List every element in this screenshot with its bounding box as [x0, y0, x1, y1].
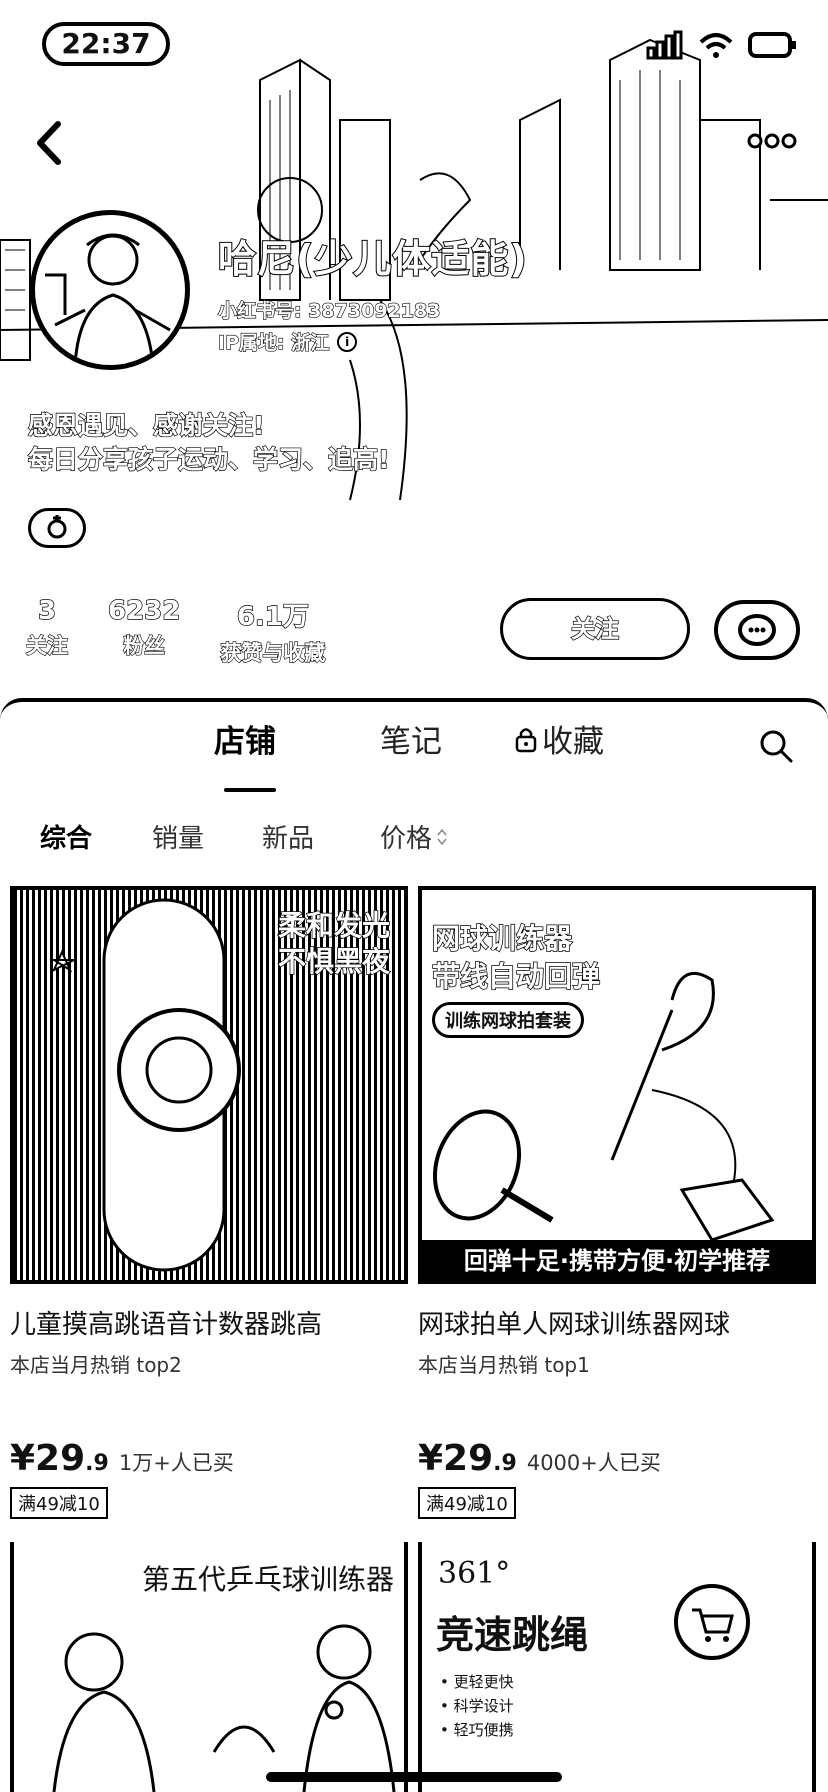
sort-bar: 综合 销量 新品 价格	[0, 818, 828, 858]
sort-price-label: 价格	[380, 824, 433, 854]
product-subtitle: 本店当月热销 top1	[418, 1353, 590, 1377]
gender-badge	[28, 508, 86, 548]
product-image: 361° 竞速跳绳 • 更轻更快 • 科学设计 • 轻巧便携	[418, 1542, 816, 1792]
stat-followers-count: 6232	[107, 595, 181, 626]
product-image-title: 竞速跳绳	[436, 1613, 589, 1657]
message-button[interactable]	[714, 600, 800, 660]
home-indicator[interactable]	[266, 1772, 562, 1782]
product-price: ¥29.9	[418, 1438, 517, 1479]
product-sold-count: 4000+人已买	[526, 1451, 661, 1475]
profile-tabs: 店铺 笔记 收藏	[0, 716, 828, 792]
status-icons	[646, 30, 798, 60]
chat-bubble-icon	[738, 614, 776, 646]
bullet-item: • 轻巧便携	[440, 1721, 514, 1739]
tab-collections-label: 收藏	[542, 724, 604, 760]
product-image-caption: 网球训练器 带线自动回弹	[431, 920, 601, 996]
gender-icon	[47, 515, 67, 539]
product-image-footer: 回弹十足·携带方便·初学推荐	[463, 1247, 771, 1275]
bullet-item-text: 更轻更快	[453, 1673, 514, 1691]
tab-collections[interactable]: 收藏	[514, 716, 604, 761]
profile-name: 哈尼(少儿体适能)	[217, 236, 528, 282]
stat-following-count: 3	[37, 595, 57, 626]
back-chevron-icon[interactable]	[30, 118, 70, 168]
stat-likes[interactable]: 6.1万 获赞与收藏	[220, 596, 326, 667]
product-title: 网球拍单人网球训练器网球	[418, 1310, 731, 1340]
bullet-item: • 更轻更快	[440, 1673, 514, 1691]
product-sold-count: 1万+人已买	[118, 1451, 234, 1475]
product-image-tag: 训练网球拍套装	[432, 1002, 584, 1038]
bullet-item-text: 科学设计	[453, 1697, 514, 1715]
follow-button[interactable]: 关注	[500, 598, 690, 660]
sort-sales[interactable]: 销量	[152, 818, 204, 855]
product-card[interactable]: 柔和发光 不惧黑夜 儿童摸高跳语音计数器跳高 本店当月热销 top2 ¥29.9…	[10, 886, 408, 1519]
stat-likes-count: 6.1万	[236, 601, 309, 632]
stat-likes-label: 获赞与收藏	[220, 640, 326, 665]
product-price: ¥29.9	[10, 1438, 109, 1479]
sort-overall[interactable]: 综合	[40, 818, 92, 855]
search-icon[interactable]	[758, 728, 794, 764]
ip-location-text: IP属地: 浙江	[217, 331, 330, 354]
product-image-caption-1: 柔和发光	[277, 908, 391, 943]
bio-line-1: 感恩遇见、感谢关注!	[27, 410, 265, 440]
product-image: 柔和发光 不惧黑夜	[10, 886, 408, 1284]
stat-following[interactable]: 3 关注	[25, 595, 68, 667]
product-card[interactable]: 361° 竞速跳绳 • 更轻更快 • 科学设计 • 轻巧便携	[418, 1542, 816, 1792]
product-image-bullets: • 更轻更快 • 科学设计 • 轻巧便携	[440, 1670, 514, 1742]
product-image-caption-2: 不惧黑夜	[277, 944, 391, 979]
stat-following-label: 关注	[25, 633, 68, 658]
red-id[interactable]: 小红书号: 3873092183	[217, 296, 441, 323]
battery-icon	[748, 32, 796, 58]
product-image-title: 第五代乒乓球训练器	[142, 1563, 395, 1596]
wifi-icon	[699, 33, 733, 58]
sort-arrows-icon	[437, 828, 447, 845]
info-icon[interactable]: i	[337, 331, 358, 352]
lock-icon	[515, 727, 537, 752]
status-time: 22:37	[42, 22, 170, 66]
avatar[interactable]	[30, 210, 190, 370]
sort-new[interactable]: 新品	[262, 818, 314, 855]
product-image-caption-1: 网球训练器	[431, 921, 573, 956]
product-title: 儿童摸高跳语音计数器跳高	[10, 1310, 323, 1340]
stat-followers-label: 粉丝	[123, 633, 166, 658]
tab-notes[interactable]: 笔记	[380, 716, 442, 761]
coupon-badge: 满49减10	[418, 1487, 516, 1519]
stat-followers[interactable]: 6232 粉丝	[107, 595, 181, 667]
product-image: 网球训练器 带线自动回弹 训练网球拍套装 回弹十足·携带方便·初学推荐	[418, 886, 816, 1284]
product-image: 第五代乒乓球训练器	[10, 1542, 408, 1792]
product-price-int: ¥29	[10, 1438, 86, 1479]
ip-location: IP属地: 浙江 i	[217, 328, 358, 355]
product-subtitle: 本店当月热销 top2	[10, 1353, 182, 1377]
product-card[interactable]: 网球训练器 带线自动回弹 训练网球拍套装 回弹十足·携带方便·初学推荐 网球拍单…	[418, 886, 816, 1519]
bio-line-2: 每日分享孩子运动、学习、追高!	[27, 444, 390, 474]
product-card[interactable]: 第五代乒乓球训练器	[10, 1542, 408, 1792]
shopping-cart-icon[interactable]	[672, 1582, 752, 1662]
product-image-caption-2: 带线自动回弹	[431, 959, 601, 994]
more-options-icon[interactable]	[746, 126, 798, 156]
sort-price[interactable]: 价格	[380, 818, 448, 855]
product-price-dec: .9	[85, 1451, 109, 1476]
coupon-badge: 满49减10	[10, 1487, 108, 1519]
profile-stats: 3 关注 6232 粉丝 6.1万 获赞与收藏	[25, 595, 326, 667]
avatar-image	[45, 233, 171, 365]
active-tab-indicator	[224, 788, 276, 792]
product-price-row: ¥29.9 1万+人已买	[10, 1438, 408, 1479]
product-price-int: ¥29	[418, 1438, 494, 1479]
brand-logo: 361°	[438, 1556, 511, 1591]
signal-icon	[646, 30, 683, 60]
product-price-row: ¥29.9 4000+人已买	[418, 1438, 816, 1479]
product-price-dec: .9	[493, 1451, 517, 1476]
tab-shop[interactable]: 店铺	[214, 716, 276, 761]
bullet-item: • 科学设计	[440, 1697, 514, 1715]
bullet-item-text: 轻巧便携	[453, 1721, 514, 1739]
profile-header: 22:37 哈尼(少儿体适能) 小红书号: 3873092183 IP属地: 浙…	[0, 0, 828, 720]
product-image-caption: 柔和发光 不惧黑夜	[277, 908, 391, 980]
